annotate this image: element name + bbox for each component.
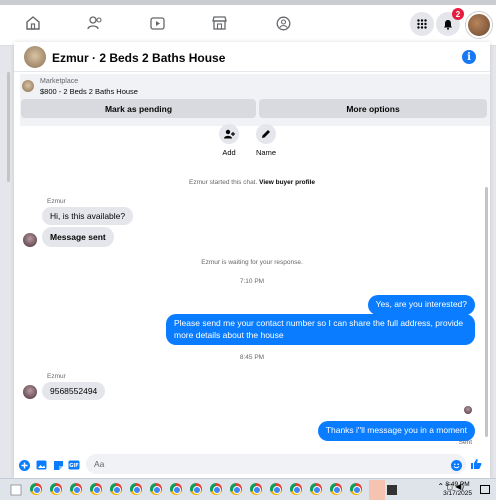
name-label: Name	[255, 148, 276, 157]
app-icon[interactable]	[386, 483, 400, 497]
chrome-icon[interactable]	[310, 483, 324, 497]
chat-header: Ezmur · 2 Beds 2 Baths House i	[14, 42, 490, 72]
listing-description[interactable]: $800 - 2 Beds 2 Baths House	[40, 87, 138, 96]
chat-started-note: Ezmur started this chat. View buyer prof…	[14, 179, 490, 186]
browser-strip	[0, 0, 496, 5]
notification-badge: 2	[452, 8, 464, 20]
name-action[interactable]: Name	[246, 124, 286, 157]
chrome-icon[interactable]	[70, 483, 84, 497]
timestamp: 8:45 PM	[239, 354, 265, 361]
chrome-icon[interactable]	[250, 483, 264, 497]
action-center-icon[interactable]	[480, 485, 490, 494]
more-options-button[interactable]: More options	[259, 99, 487, 118]
video-icon[interactable]	[146, 12, 168, 34]
chrome-icon[interactable]	[290, 483, 304, 497]
profile-avatar[interactable]	[466, 12, 492, 38]
photo-icon[interactable]	[35, 459, 47, 471]
page-scrollbar[interactable]	[7, 72, 10, 182]
chrome-icon[interactable]	[50, 483, 64, 497]
info-icon[interactable]: i	[462, 50, 476, 64]
friends-icon[interactable]	[84, 12, 106, 34]
menu-grid-icon[interactable]	[410, 12, 434, 36]
chrome-icon[interactable]	[230, 483, 244, 497]
chat-scrollbar[interactable]	[485, 187, 488, 437]
taskbar: ⌃ ◻ ◀) 8:49 PM 3/17/2025	[0, 478, 496, 500]
clock-date: 3/17/2025	[443, 489, 472, 497]
timestamp: 7:10 PM	[239, 278, 265, 285]
sender-name: Ezmur	[47, 198, 66, 205]
message-input[interactable]: Aa	[86, 454, 466, 474]
sender-name: Ezmur	[47, 373, 66, 380]
sticker-icon[interactable]	[52, 459, 64, 471]
listing-label: Marketplace	[40, 78, 79, 85]
svg-text:GIF: GIF	[69, 463, 78, 469]
outgoing-message[interactable]: Yes, are you interested?	[367, 295, 475, 315]
clock[interactable]: 8:49 PM 3/17/2025	[443, 481, 472, 498]
chat-window: Ezmur · 2 Beds 2 Baths House i Marketpla…	[7, 42, 490, 478]
chrome-icon[interactable]	[110, 483, 124, 497]
clock-time: 8:49 PM	[445, 481, 470, 488]
groups-icon[interactable]	[272, 12, 294, 34]
home-icon[interactable]	[22, 12, 44, 34]
view-buyer-profile-link[interactable]: View buyer profile	[259, 179, 315, 186]
marketplace-icon[interactable]	[208, 12, 230, 34]
composer: GIF Aa	[14, 450, 490, 478]
add-person-icon	[219, 124, 239, 144]
pencil-icon	[256, 124, 276, 144]
chat-title[interactable]: Ezmur · 2 Beds 2 Baths House	[52, 51, 225, 65]
chrome-icon[interactable]	[210, 483, 224, 497]
sent-status: Sent	[458, 439, 472, 446]
chrome-icon[interactable]	[270, 483, 284, 497]
waiting-note: Ezmur is waiting for your response.	[201, 259, 303, 266]
sender-avatar[interactable]	[23, 385, 37, 399]
windows-icon[interactable]	[10, 483, 24, 497]
top-navigation: 2	[0, 0, 496, 46]
bell-icon	[444, 19, 452, 30]
listing-avatar[interactable]	[24, 46, 46, 68]
plus-icon[interactable]	[18, 459, 30, 471]
incoming-message[interactable]: 9568552494	[42, 382, 106, 400]
listing-thumbnail[interactable]	[22, 80, 34, 92]
chat-started-text: Ezmur started this chat.	[189, 179, 258, 186]
outgoing-message[interactable]: Thanks i''ll message you in a moment	[317, 421, 475, 441]
sender-avatar[interactable]	[23, 233, 37, 247]
active-app-highlight[interactable]	[369, 480, 385, 500]
chrome-icon[interactable]	[150, 483, 164, 497]
chrome-icon[interactable]	[90, 483, 104, 497]
incoming-message[interactable]: Message sent	[42, 227, 114, 247]
add-label: Add	[222, 148, 236, 157]
chrome-icon[interactable]	[130, 483, 144, 497]
chrome-icon[interactable]	[170, 483, 184, 497]
chrome-icon[interactable]	[190, 483, 204, 497]
seen-indicator-avatar	[464, 406, 472, 414]
notifications-button[interactable]: 2	[436, 8, 464, 36]
chrome-icon[interactable]	[330, 483, 344, 497]
mark-as-pending-button[interactable]: Mark as pending	[21, 99, 256, 118]
listing-card: Marketplace $800 - 2 Beds 2 Baths House …	[20, 74, 490, 126]
outgoing-message[interactable]: Please send me your contact number so I …	[166, 314, 475, 345]
add-action[interactable]: Add	[209, 124, 249, 157]
chrome-icon[interactable]	[30, 483, 44, 497]
chrome-icon[interactable]	[350, 483, 364, 497]
incoming-message[interactable]: Hi, is this available?	[42, 207, 134, 225]
emoji-icon[interactable]	[450, 459, 462, 471]
gif-icon[interactable]: GIF	[68, 459, 80, 471]
thumbs-up-icon[interactable]	[470, 458, 482, 470]
